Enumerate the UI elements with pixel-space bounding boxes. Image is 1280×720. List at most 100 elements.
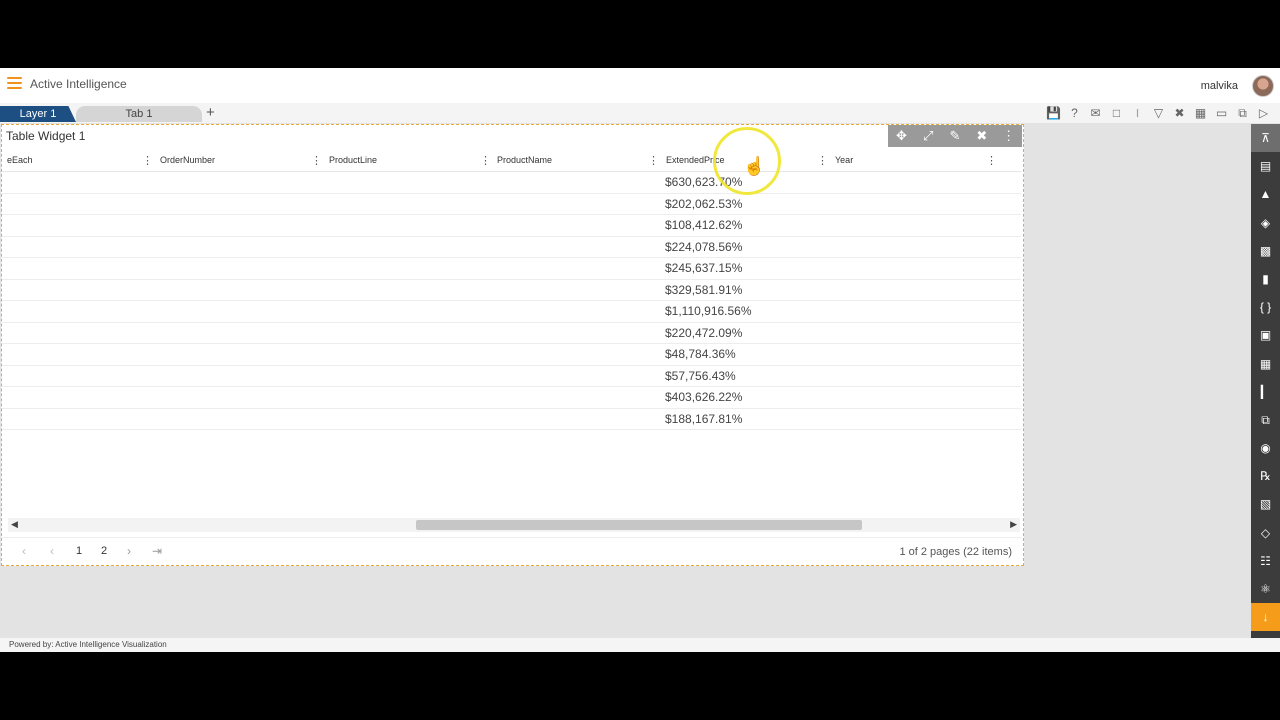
- map-icon[interactable]: ◈: [1251, 209, 1280, 237]
- page-2-button[interactable]: 2: [101, 545, 107, 557]
- play-icon[interactable]: ▷: [1255, 105, 1272, 121]
- copy-icon[interactable]: ⧉: [1251, 406, 1280, 434]
- tools-icon[interactable]: ✖: [1171, 105, 1188, 121]
- document-icon[interactable]: ▮: [1251, 265, 1280, 293]
- column-header-extendedprice[interactable]: ExtendedPrice: [661, 148, 821, 172]
- scroll-left-icon[interactable]: ◀: [11, 519, 18, 530]
- code-icon[interactable]: { }: [1251, 293, 1280, 321]
- collapse-up-icon[interactable]: ⊼: [1251, 124, 1280, 153]
- hamburger-menu-icon[interactable]: [7, 77, 22, 89]
- table-row[interactable]: $220,472.09%: [2, 323, 1021, 344]
- column-menu-icon[interactable]: ⋮: [648, 148, 659, 174]
- pdf-icon[interactable]: ▩: [1251, 237, 1280, 265]
- footer: Powered by: Active Intelligence Visualiz…: [0, 638, 1280, 652]
- extended-price-cell: $403,626.22%: [665, 390, 743, 404]
- table-icon[interactable]: ▦: [1192, 105, 1209, 121]
- column-menu-icon[interactable]: ⋮: [311, 148, 322, 174]
- scroll-right-icon[interactable]: ▶: [1010, 519, 1017, 530]
- extended-price-cell: $48,784.36%: [665, 347, 736, 361]
- table-header: eEach ⋮ OrderNumber ⋮ ProductLine ⋮ Prod…: [2, 148, 1021, 172]
- copy-icon[interactable]: ⧉: [1234, 105, 1251, 121]
- image-icon[interactable]: ▣: [1251, 321, 1280, 349]
- report-icon[interactable]: ▧: [1251, 490, 1280, 518]
- widget-tools: ✥ ⤢ ✎ ✖ ⋮: [888, 125, 1022, 147]
- extended-price-cell: $202,062.53%: [665, 196, 743, 211]
- prev-page-icon[interactable]: ‹: [50, 544, 54, 558]
- settings-icon[interactable]: ✖: [972, 128, 992, 144]
- table-row[interactable]: $108,412.62%: [2, 215, 1021, 237]
- app-title: Active Intelligence: [30, 77, 127, 91]
- app-window: Active Intelligence malvika Layer 1 Tab …: [0, 68, 1280, 652]
- pager: ‹ ‹ 1 2 › ⇥ 1 of 2 pages (22 items): [2, 537, 1021, 565]
- table-row[interactable]: $403,626.22%: [2, 387, 1021, 409]
- extended-price-cell: $224,078.56%: [665, 239, 743, 254]
- next-page-icon[interactable]: ›: [127, 544, 131, 558]
- column-menu-icon[interactable]: ⋮: [986, 148, 997, 174]
- extended-price-cell: $220,472.09%: [665, 325, 743, 340]
- chart-icon[interactable]: ▲: [1251, 180, 1280, 208]
- column-header-ordernumber[interactable]: OrderNumber: [155, 148, 315, 172]
- avatar[interactable]: [1252, 75, 1274, 97]
- table-widget: Table Widget 1 ✥ ⤢ ✎ ✖ ⋮ eEach ⋮ OrderNu…: [1, 124, 1024, 566]
- network-icon[interactable]: ◉: [1251, 434, 1280, 462]
- last-page-icon[interactable]: ⇥: [152, 544, 162, 558]
- layout-icon[interactable]: ▦: [1251, 350, 1280, 378]
- table-body: $630,623.70% $202,062.53% $108,412.62% $…: [2, 172, 1021, 430]
- user-name[interactable]: malvika: [1201, 80, 1238, 92]
- filter-icon[interactable]: ▽: [1150, 105, 1167, 121]
- help-icon[interactable]: ?: [1066, 105, 1083, 121]
- column-menu-icon[interactable]: ⋮: [817, 148, 828, 174]
- table-row[interactable]: $188,167.81%: [2, 409, 1021, 430]
- table-row[interactable]: $1,110,916.56%: [2, 301, 1021, 323]
- layers-icon[interactable]: ◇: [1251, 519, 1280, 547]
- column-header-productname[interactable]: ProductName: [492, 148, 652, 172]
- extended-price-cell: $1,110,916.56%: [665, 304, 752, 318]
- table-row[interactable]: $202,062.53%: [2, 194, 1021, 215]
- page-1-button[interactable]: 1: [76, 545, 82, 557]
- column-header-productline[interactable]: ProductLine: [324, 148, 484, 172]
- right-sidebar: ⊼ ▤ ▲ ◈ ▩ ▮ { } ▣ ▦ ▎ ⧉ ◉ ℞ ▧ ◇ ☷ ⚛ ↓: [1251, 124, 1280, 638]
- extended-price-cell: $245,637.15%: [665, 261, 743, 275]
- column-header-priceeach[interactable]: eEach: [2, 148, 152, 172]
- extended-price-cell: $188,167.81%: [665, 411, 743, 426]
- scrollbar-thumb[interactable]: [416, 520, 862, 530]
- alert-icon[interactable]: ⚛: [1251, 575, 1280, 603]
- add-tab-button[interactable]: +: [206, 104, 215, 121]
- table-row[interactable]: $329,581.91%: [2, 280, 1021, 301]
- list-icon[interactable]: ▤: [1251, 152, 1280, 180]
- save-icon[interactable]: 💾: [1045, 105, 1062, 121]
- formula-icon[interactable]: ℞: [1251, 462, 1280, 490]
- more-icon[interactable]: ⋮: [999, 128, 1019, 144]
- dashboard-toolbar: 💾 ? ✉ □ ⧙ ▽ ✖ ▦ ▭ ⧉ ▷: [1045, 105, 1272, 121]
- horizontal-scrollbar[interactable]: ◀ ▶: [8, 518, 1020, 532]
- comment-icon[interactable]: □: [1108, 105, 1125, 121]
- widget-title: Table Widget 1: [6, 129, 86, 143]
- mail-icon[interactable]: ✉: [1087, 105, 1104, 121]
- extended-price-cell: $329,581.91%: [665, 282, 743, 297]
- download-icon[interactable]: ↓: [1251, 603, 1280, 632]
- table-row[interactable]: $48,784.36%: [2, 344, 1021, 366]
- extended-price-cell: $108,412.62%: [665, 218, 743, 232]
- table-row[interactable]: $57,756.43%: [2, 366, 1021, 387]
- move-icon[interactable]: ✥: [891, 128, 911, 144]
- extended-price-cell: $630,623.70%: [665, 175, 743, 189]
- column-menu-icon[interactable]: ⋮: [480, 148, 491, 174]
- column-header-year[interactable]: Year: [830, 148, 990, 172]
- pager-info: 1 of 2 pages (22 items): [899, 546, 1012, 558]
- expand-icon[interactable]: ⤢: [918, 128, 938, 144]
- footer-text: Powered by: Active Intelligence Visualiz…: [9, 640, 167, 649]
- column-menu-icon[interactable]: ⋮: [142, 148, 153, 174]
- first-page-icon[interactable]: ‹: [22, 544, 26, 558]
- table-row[interactable]: $224,078.56%: [2, 237, 1021, 258]
- screen-icon[interactable]: ▭: [1213, 105, 1230, 121]
- top-bar: Active Intelligence malvika: [0, 68, 1280, 103]
- table-row[interactable]: $630,623.70%: [2, 172, 1021, 194]
- edit-icon[interactable]: ✎: [945, 128, 965, 144]
- tab-layer-1[interactable]: Layer 1: [0, 106, 76, 122]
- extended-price-cell: $57,756.43%: [665, 368, 736, 383]
- bar-chart-icon[interactable]: ▎: [1251, 378, 1280, 406]
- qr-icon[interactable]: ☷: [1251, 547, 1280, 575]
- table-row[interactable]: $245,637.15%: [2, 258, 1021, 280]
- clear-filter-icon[interactable]: ⧙: [1129, 105, 1146, 121]
- tab-1[interactable]: Tab 1: [76, 106, 202, 122]
